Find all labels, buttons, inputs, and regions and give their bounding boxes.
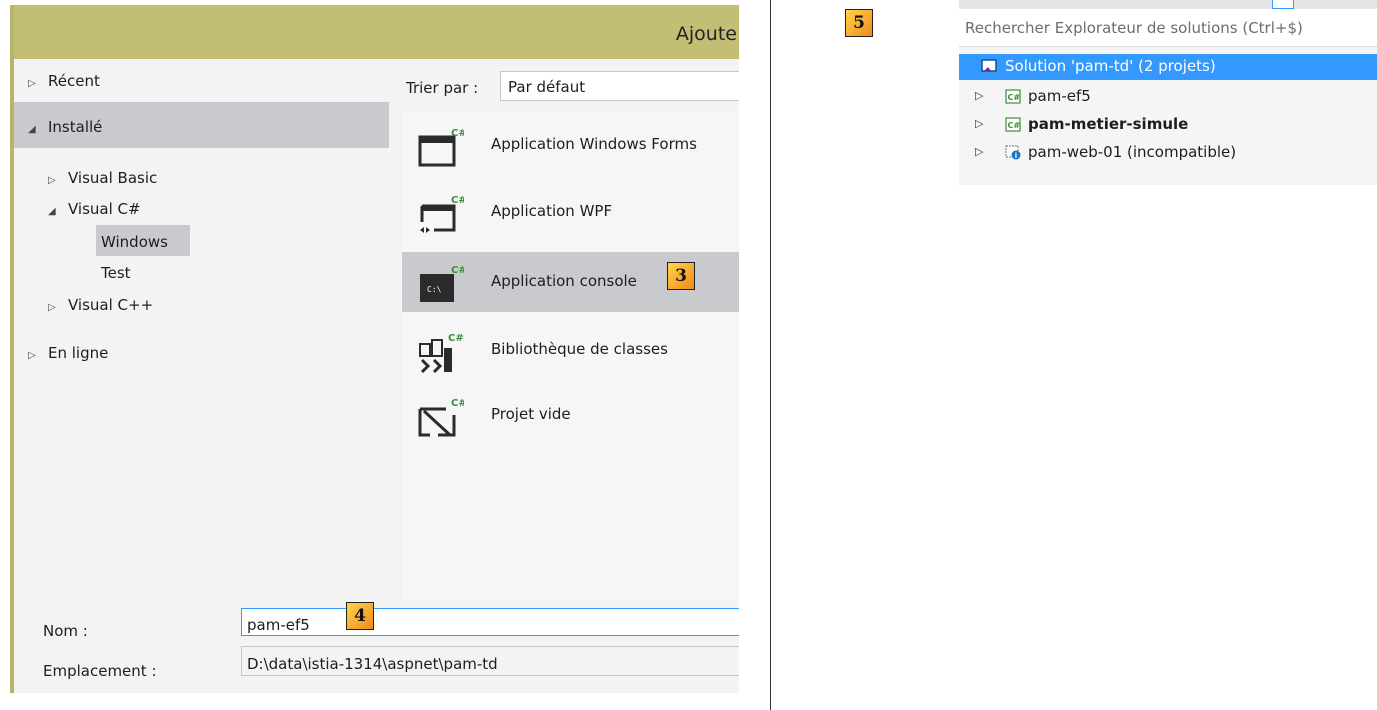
svg-text:C#: C# [1008,93,1021,102]
collapse-arrow-icon: ◢ [28,124,36,135]
svg-text:C#: C# [451,398,464,409]
csharp-project-icon: C# [1005,89,1021,104]
svg-text:C#: C# [451,195,464,206]
solution-icon [981,59,997,72]
add-project-dialog: Ajoute ▷ Récent ◢ Installé ▷ Visual Basic ◢… [10,5,739,693]
solution-explorer: Rechercher Explorateur de solutions (Ctr… [959,0,1377,185]
tree-item-project[interactable]: ▷ C# pam-ef5 [959,84,1377,110]
template-label: Application console [491,272,637,290]
svg-text:C#: C# [451,128,464,139]
expand-arrow-icon: ▷ [28,78,36,89]
tree-item-solution[interactable]: Solution 'pam-td' (2 projets) [959,54,1377,80]
nav-item-visual-basic[interactable]: ▷ Visual Basic [48,169,157,187]
expand-arrow-icon: ▷ [975,117,984,130]
callout-5: 5 [845,9,873,37]
expand-arrow-icon: ▷ [48,302,56,313]
name-input[interactable] [241,608,739,636]
dialog-title-bar: Ajoute [14,5,739,59]
csharp-project-icon: C# [1005,117,1021,132]
callout-4: 4 [346,602,374,630]
expand-arrow-icon: ▷ [975,145,984,158]
template-label: Application WPF [491,202,613,220]
expand-arrow-icon: ▷ [28,350,36,361]
svg-text:C#: C# [448,333,464,344]
tree-label: Solution 'pam-td' (2 projets) [1005,57,1216,75]
tree-label: pam-ef5 [1028,87,1091,105]
template-label: Projet vide [491,405,571,423]
nav-item-online[interactable]: ▷ En ligne [28,344,108,362]
template-windows-forms[interactable]: C# Application Windows Forms [402,115,739,175]
nav-item-visual-csharp[interactable]: ◢ Visual C# [48,200,141,218]
nav-item-visual-cpp[interactable]: ▷ Visual C++ [48,296,153,314]
sort-label: Trier par : [406,79,479,97]
explorer-search-input[interactable]: Rechercher Explorateur de solutions (Ctr… [959,9,1377,47]
expand-arrow-icon: ▷ [48,175,56,186]
windows-forms-icon: C# [418,128,464,167]
template-class-library[interactable]: C# Bibliothèque de classes [402,320,739,380]
nav-item-test[interactable]: Test [101,264,131,282]
empty-project-icon: C# [418,398,464,437]
nav-item-windows[interactable]: Windows [101,233,168,251]
console-icon: C:\ C# [420,265,464,302]
template-label: Bibliothèque de classes [491,340,668,358]
name-label: Nom : [43,622,88,640]
template-wpf[interactable]: C# Application WPF [402,182,739,242]
class-library-icon: C# [419,333,464,374]
tree-item-project[interactable]: ▷ C# pam-metier-simule [959,112,1377,138]
template-label: Application Windows Forms [491,135,697,153]
wpf-icon: C# [420,195,464,233]
incompatible-project-icon: i [1005,145,1021,160]
explorer-toolbar [959,0,1377,9]
callout-3: 3 [667,262,695,290]
tree-label: pam-web-01 (incompatible) [1028,143,1237,161]
tree-label: pam-metier-simule [1028,115,1189,133]
location-input[interactable] [241,646,739,676]
nav-item-recent[interactable]: ▷ Récent [28,72,100,90]
svg-text:C:\: C:\ [427,285,442,294]
separator-line [770,0,771,710]
template-empty-project[interactable]: C# Projet vide [402,385,739,445]
svg-text:i: i [1015,152,1017,160]
template-list: C# Application Windows Forms C# Applicat… [402,111,739,601]
svg-text:C#: C# [1008,121,1021,130]
tree-item-project[interactable]: ▷ i pam-web-01 (incompatible) [959,140,1377,166]
toolbar-button[interactable] [1272,0,1294,9]
dialog-title: Ajoute [675,23,737,45]
location-label: Emplacement : [43,662,157,680]
expand-arrow-icon: ▷ [975,89,984,102]
nav-item-installed[interactable]: ◢ Installé [28,118,102,136]
collapse-arrow-icon: ◢ [48,206,56,217]
svg-text:C#: C# [451,265,464,276]
sort-select[interactable]: Par défaut [500,71,739,101]
